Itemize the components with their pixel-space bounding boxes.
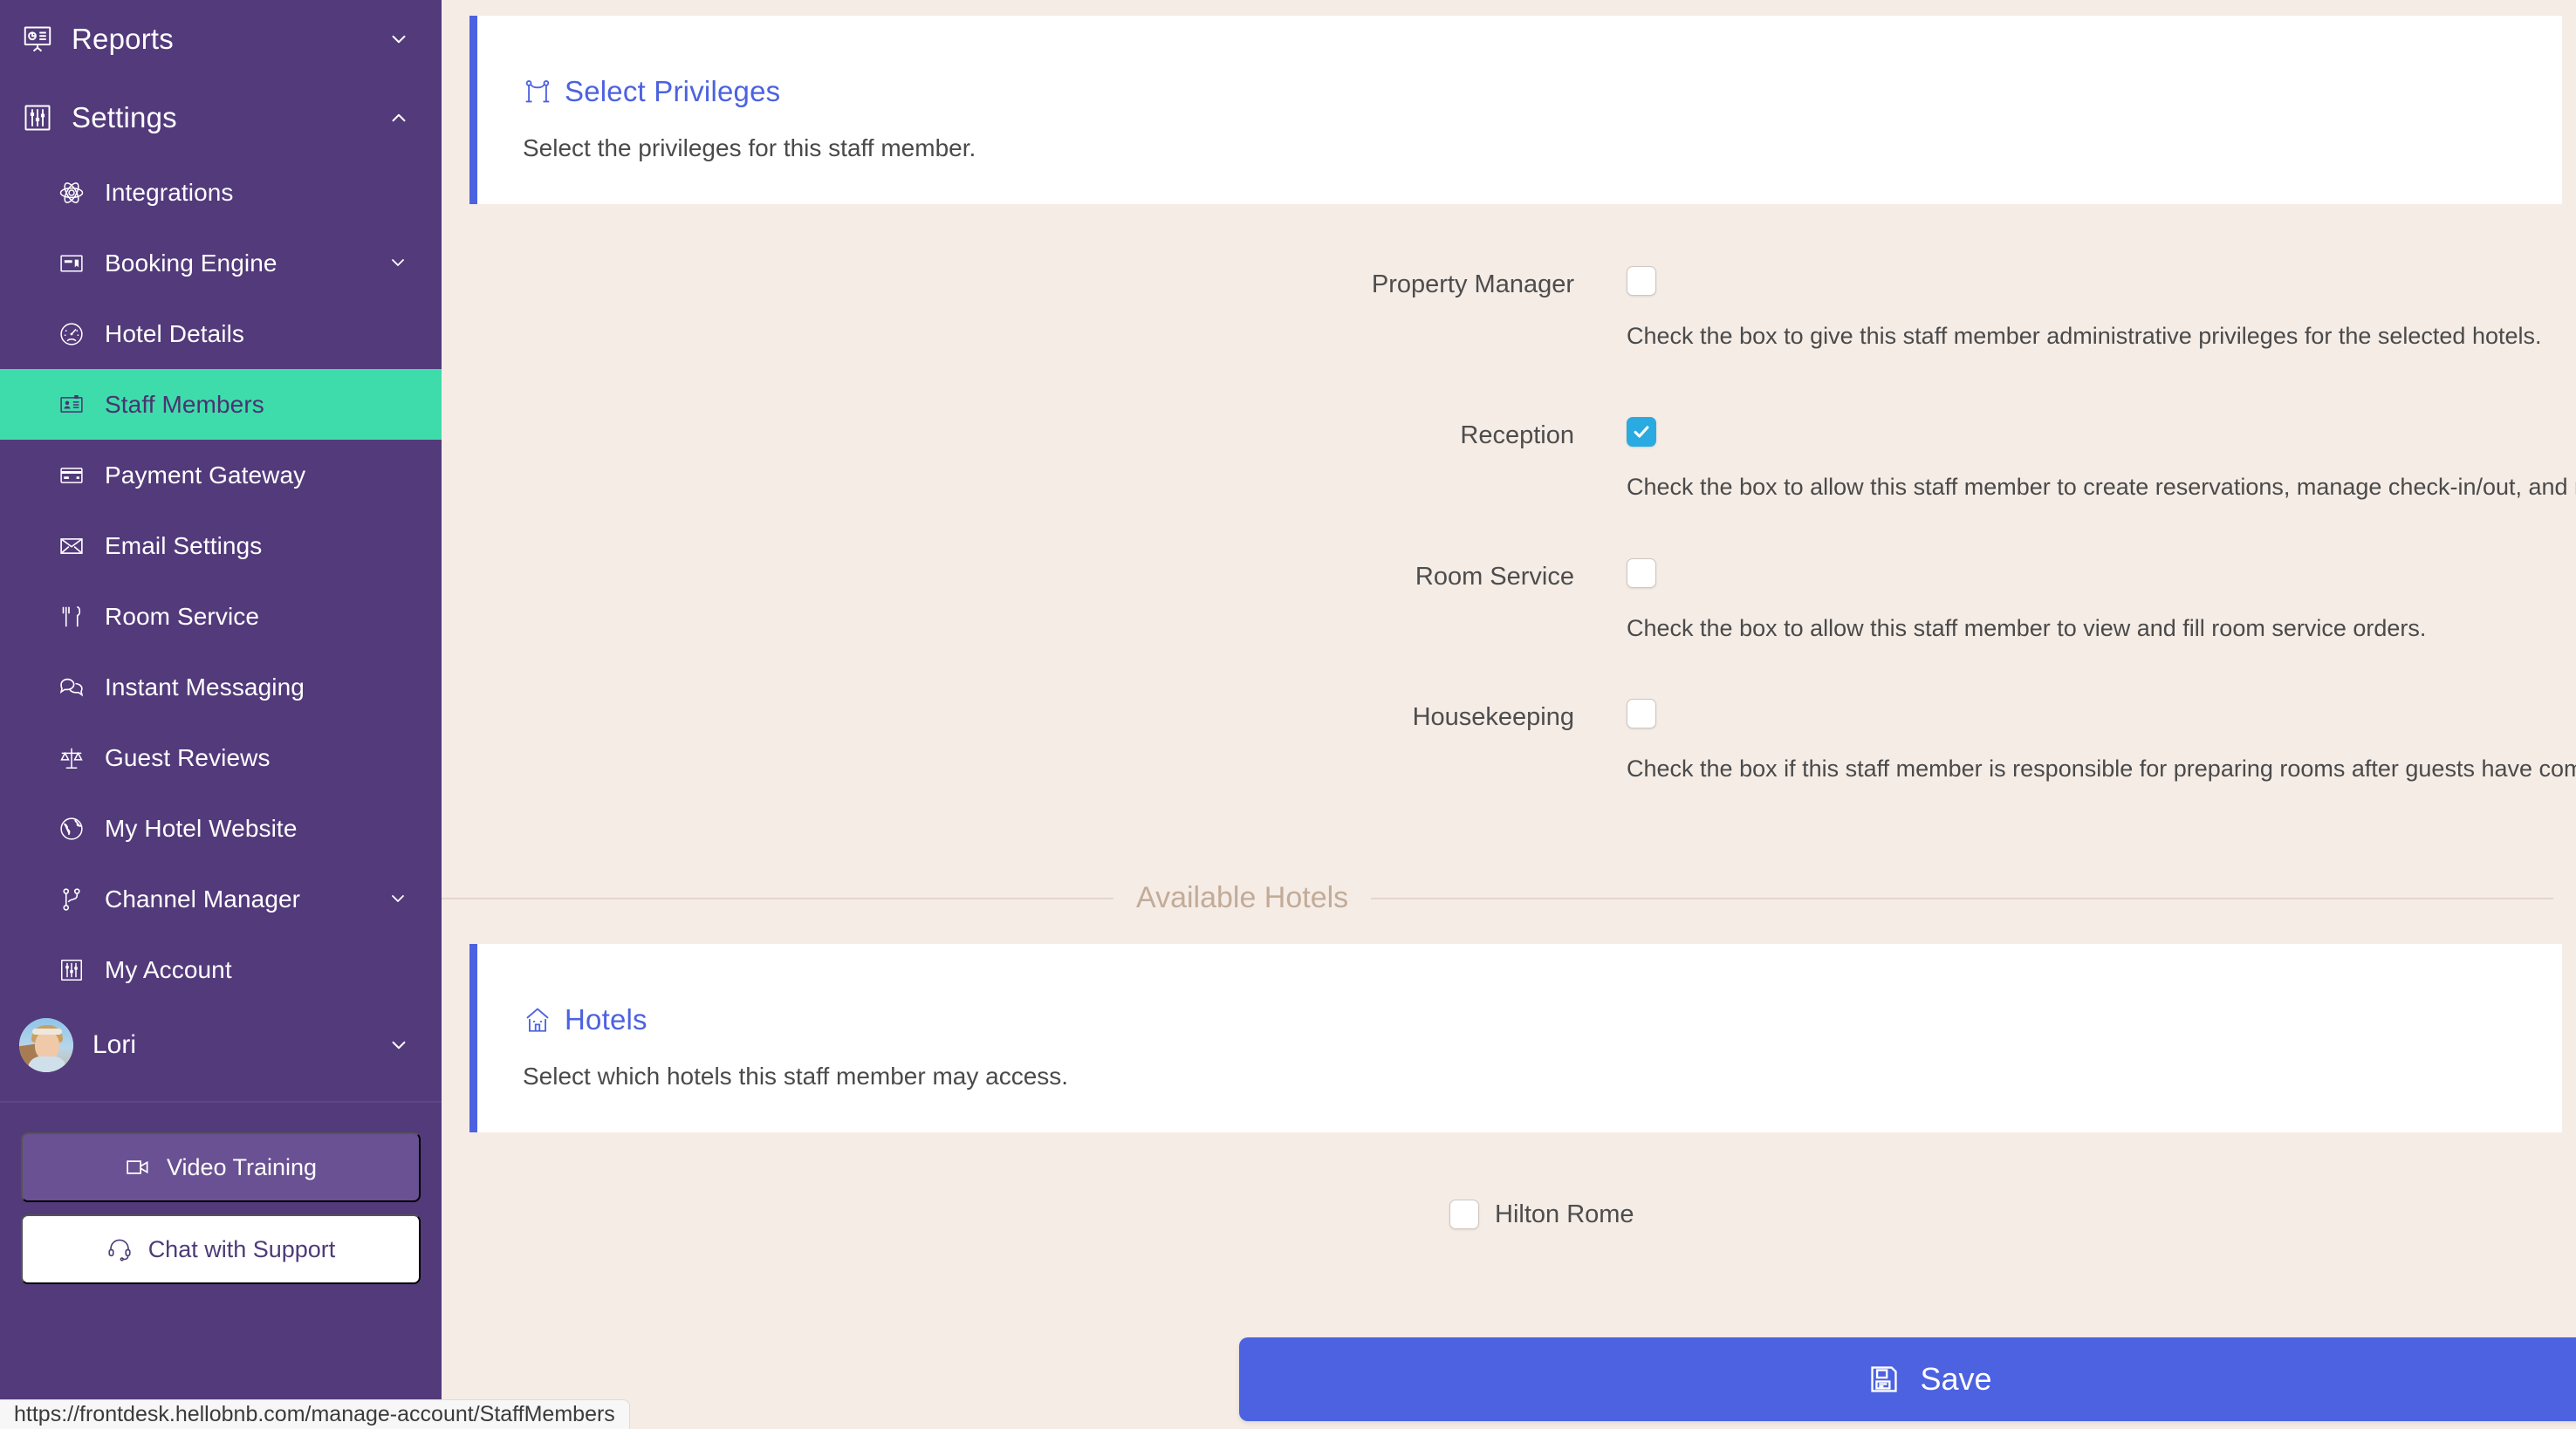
avatar — [19, 1018, 73, 1072]
chevron-down-icon[interactable] — [387, 252, 410, 275]
sidebar-item-label: Channel Manager — [105, 885, 301, 913]
app-root: Reports Settings Integrations Booking En… — [0, 0, 2576, 1429]
atom-icon — [49, 180, 94, 206]
status-bar-url: https://frontdesk.hellobnb.com/manage-ac… — [0, 1399, 630, 1429]
globe-icon — [49, 816, 94, 842]
save-button[interactable]: Save — [1239, 1337, 2576, 1421]
video-training-label: Video Training — [166, 1153, 318, 1180]
main-content: Select Privileges Select the privileges … — [442, 0, 2576, 1429]
sidebar-item-hotel-details[interactable]: Hotel Details — [0, 298, 442, 369]
divider-label: Available Hotels — [1136, 881, 1349, 914]
sidebar-item-label: Instant Messaging — [105, 673, 305, 701]
headset-icon — [106, 1236, 133, 1262]
sliders-icon — [12, 102, 63, 133]
sidebar-item-channel-manager[interactable]: Channel Manager — [0, 864, 442, 934]
gauge-icon — [49, 321, 94, 347]
sidebar-item-my-account[interactable]: My Account — [0, 934, 442, 1005]
sidebar-item-label: Booking Engine — [105, 249, 277, 277]
select-privileges-subtitle: Select the privileges for this staff mem… — [523, 134, 976, 161]
sidebar-item-label: Guest Reviews — [105, 743, 271, 771]
sidebar-user-menu[interactable]: Lori — [0, 1005, 442, 1085]
sidebar-item-label: Hotel Details — [105, 319, 245, 347]
chevron-up-icon[interactable] — [387, 106, 410, 129]
presentation-chart-icon — [12, 24, 63, 55]
property-manager-checkbox[interactable] — [1627, 266, 1656, 296]
divider-line-left — [442, 897, 1113, 899]
branch-icon — [49, 886, 94, 913]
sidebar-group-settings[interactable]: Settings — [0, 79, 442, 157]
chat-support-label: Chat with Support — [147, 1235, 336, 1262]
sidebar-item-instant-messaging[interactable]: Instant Messaging — [0, 652, 442, 722]
select-privileges-title: Select Privileges — [523, 75, 2562, 108]
id-card-icon — [49, 392, 94, 418]
sidebar-item-guest-reviews[interactable]: Guest Reviews — [0, 722, 442, 793]
cutlery-icon — [49, 604, 94, 630]
hotels-title: Hotels — [523, 1003, 2562, 1036]
floppy-disk-icon — [1867, 1363, 1901, 1396]
privilege-help-text: Check the box if this staff member is re… — [1627, 756, 2576, 782]
sidebar-item-integrations[interactable]: Integrations — [0, 157, 442, 228]
sidebar-item-label: Staff Members — [105, 390, 264, 418]
scales-icon — [49, 745, 94, 771]
privilege-label: Reception — [1460, 421, 1574, 449]
hotel-list: Hilton Rome — [1449, 1200, 1634, 1229]
privilege-label: Property Manager — [1371, 270, 1574, 298]
housekeeping-checkbox[interactable] — [1627, 699, 1656, 728]
envelope-icon — [49, 533, 94, 559]
sidebar-item-email-settings[interactable]: Email Settings — [0, 510, 442, 581]
chat-bubbles-icon — [49, 674, 94, 701]
sidebar-item-label: Room Service — [105, 602, 260, 630]
sidebar-item-label: Email Settings — [105, 531, 263, 559]
select-privileges-card: Select Privileges Select the privileges … — [469, 16, 2562, 204]
video-training-button[interactable]: Video Training — [21, 1132, 421, 1202]
hilton-rome-checkbox[interactable] — [1449, 1200, 1479, 1229]
available-hotels-divider: Available Hotels — [442, 881, 2553, 915]
hotels-subtitle: Select which hotels this staff member ma… — [523, 1063, 1069, 1090]
sidebar-item-payment-gateway[interactable]: Payment Gateway — [0, 440, 442, 510]
sidebar-group-label: Settings — [72, 101, 177, 133]
chevron-down-icon[interactable] — [387, 1034, 410, 1056]
credit-card-icon — [49, 462, 94, 489]
privilege-help-text: Check the box to give this staff member … — [1627, 323, 2542, 349]
privilege-label: Room Service — [1415, 563, 1574, 591]
sidebar-item-label: Integrations — [105, 178, 234, 206]
sidebar-item-label: Payment Gateway — [105, 461, 306, 489]
chat-support-button[interactable]: Chat with Support — [21, 1214, 421, 1284]
hotel-label: Hilton Rome — [1495, 1200, 1634, 1228]
sidebar-item-room-service[interactable]: Room Service — [0, 581, 442, 652]
reception-checkbox[interactable] — [1627, 417, 1656, 447]
video-camera-icon — [125, 1154, 151, 1180]
sidebar-divider — [0, 1101, 442, 1103]
sidebar-group-reports[interactable]: Reports — [0, 0, 442, 79]
chevron-down-icon[interactable] — [387, 888, 410, 911]
privilege-row-room-service: Room Service Check the box to allow this… — [442, 554, 2553, 650]
card-title-text: Hotels — [565, 1003, 647, 1036]
velvet-rope-icon — [523, 77, 552, 106]
privilege-row-property-manager: Property Manager Check the box to give t… — [442, 262, 2553, 358]
card-title-text: Select Privileges — [565, 75, 781, 107]
house-icon — [523, 1005, 552, 1035]
user-name: Lori — [92, 1030, 137, 1059]
sliders-icon — [49, 957, 94, 983]
sidebar-item-booking-engine[interactable]: Booking Engine — [0, 228, 442, 298]
hotels-card: Hotels Select which hotels this staff me… — [469, 944, 2562, 1132]
privilege-row-reception: Reception Check the box to allow this st… — [442, 413, 2576, 509]
chevron-down-icon[interactable] — [387, 28, 410, 51]
sidebar: Reports Settings Integrations Booking En… — [0, 0, 442, 1429]
privilege-help-text: Check the box to allow this staff member… — [1627, 474, 2576, 500]
sidebar-item-label: My Hotel Website — [105, 814, 298, 842]
room-service-checkbox[interactable] — [1627, 558, 1656, 588]
privilege-row-housekeeping: Housekeeping Check the box if this staff… — [442, 694, 2576, 790]
sidebar-group-label: Reports — [72, 23, 174, 55]
booking-card-icon — [49, 250, 94, 277]
sidebar-item-my-hotel-website[interactable]: My Hotel Website — [0, 793, 442, 864]
save-label: Save — [1920, 1361, 1992, 1397]
sidebar-item-label: My Account — [105, 955, 232, 983]
privilege-label: Housekeeping — [1412, 703, 1574, 731]
sidebar-item-staff-members[interactable]: Staff Members — [0, 369, 442, 440]
privilege-help-text: Check the box to allow this staff member… — [1627, 615, 2427, 641]
divider-line-right — [1371, 897, 2553, 899]
